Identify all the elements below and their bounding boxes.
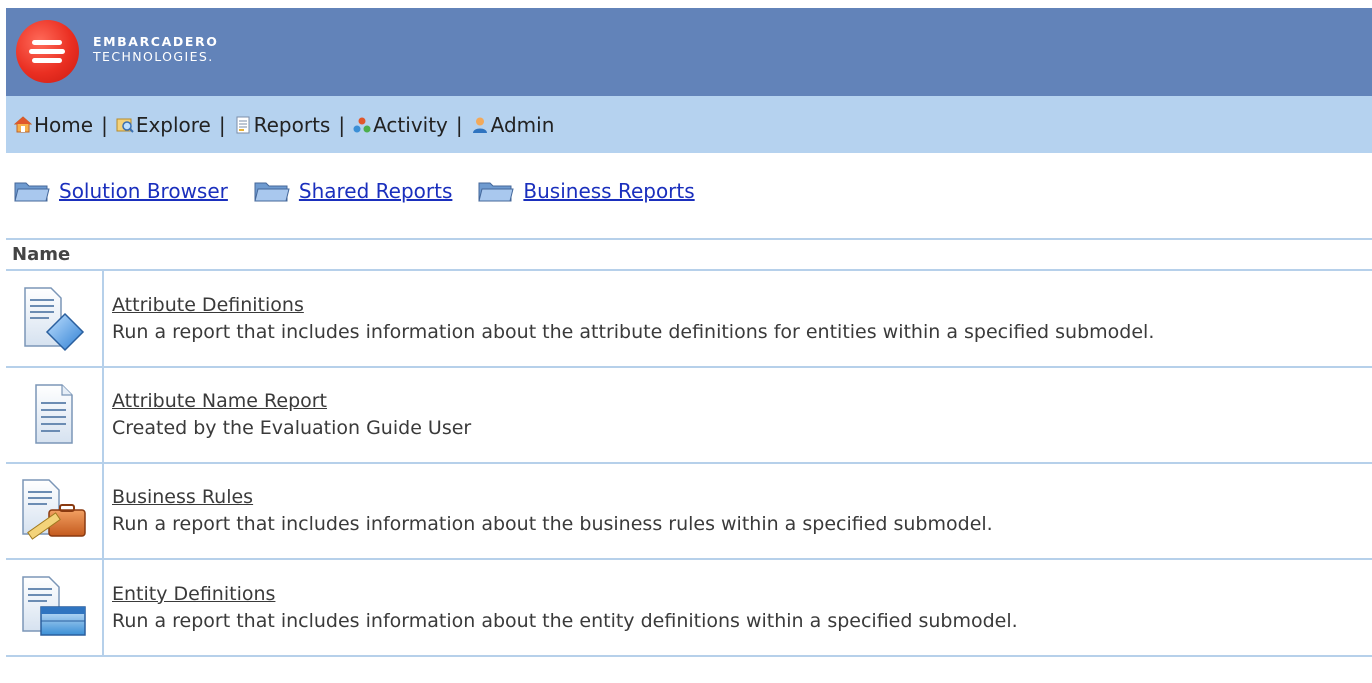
nav-separator: | xyxy=(455,112,463,137)
folder-icon xyxy=(254,182,290,202)
folder-icon xyxy=(14,182,50,202)
nav-reports[interactable]: Reports xyxy=(234,112,331,137)
solution-browser-link[interactable]: Solution Browser xyxy=(59,179,228,203)
table-row[interactable]: Business Rules Run a report that include… xyxy=(6,464,1372,560)
main-nav: Home | Explore | Reports | Activity | Ad… xyxy=(6,96,1372,153)
report-title-link[interactable]: Attribute Definitions xyxy=(112,292,1154,319)
row-icon-cell xyxy=(6,464,104,558)
embarcadero-logo-icon xyxy=(16,20,79,83)
brand-line1: EMBARCADERO xyxy=(93,34,219,49)
folder-link-solution-browser[interactable]: Solution Browser xyxy=(14,179,228,203)
row-text-cell: Attribute Name Report Created by the Eva… xyxy=(104,368,471,462)
nav-separator: | xyxy=(218,112,226,137)
nav-separator: | xyxy=(101,112,108,137)
reports-table: Name Attribute Definitions Run a report … xyxy=(6,238,1372,657)
table-row[interactable]: Entity Definitions Run a report that inc… xyxy=(6,560,1372,657)
folder-link-shared-reports[interactable]: Shared Reports xyxy=(254,179,453,203)
row-icon-cell xyxy=(6,271,104,366)
report-document-icon xyxy=(35,384,73,444)
business-reports-link[interactable]: Business Reports xyxy=(523,179,694,203)
row-icon-cell xyxy=(6,560,104,655)
folder-links: Solution Browser Shared Reports Business… xyxy=(6,173,721,209)
brand-line2: TECHNOLOGIES. xyxy=(93,48,214,64)
reports-icon xyxy=(236,116,250,133)
nav-admin[interactable]: Admin xyxy=(471,112,555,137)
nav-activity-label: Activity xyxy=(373,112,448,137)
table-row[interactable]: Attribute Definitions Run a report that … xyxy=(6,271,1372,368)
report-diamond-icon xyxy=(24,286,85,351)
report-title-link[interactable]: Business Rules xyxy=(112,484,993,511)
report-description: Run a report that includes information a… xyxy=(112,513,993,535)
report-description: Created by the Evaluation Guide User xyxy=(112,417,472,439)
nav-home-label: Home xyxy=(34,112,94,137)
table-row[interactable]: Attribute Name Report Created by the Eva… xyxy=(6,368,1372,464)
report-title-link[interactable]: Entity Definitions xyxy=(112,581,1018,608)
header-banner: EMBARCADERO TECHNOLOGIES. xyxy=(6,8,1372,96)
report-table-icon xyxy=(22,575,86,636)
nav-reports-label: Reports xyxy=(253,112,331,137)
nav-activity[interactable]: Activity xyxy=(353,113,448,137)
app-frame: EMBARCADERO TECHNOLOGIES. Home | Explore… xyxy=(6,8,1372,683)
row-icon-cell xyxy=(6,368,104,462)
nav-explore-label: Explore xyxy=(135,112,211,137)
report-description: Run a report that includes information a… xyxy=(112,609,1018,632)
explore-icon xyxy=(116,118,134,133)
activity-icon xyxy=(353,117,371,132)
row-text-cell: Attribute Definitions Run a report that … xyxy=(104,271,1154,366)
home-icon xyxy=(14,115,32,132)
row-text-cell: Entity Definitions Run a report that inc… xyxy=(104,560,1018,655)
shared-reports-link[interactable]: Shared Reports xyxy=(299,179,453,203)
nav-admin-label: Admin xyxy=(490,112,555,137)
admin-icon xyxy=(472,117,487,133)
column-header-name[interactable]: Name xyxy=(6,238,1372,271)
nav-home[interactable]: Home xyxy=(14,113,93,137)
nav-explore[interactable]: Explore xyxy=(116,113,211,137)
brand-logo-text: EMBARCADERO TECHNOLOGIES. xyxy=(93,34,219,64)
report-description: Run a report that includes information a… xyxy=(112,320,1155,343)
report-briefcase-icon xyxy=(22,479,86,540)
row-text-cell: Business Rules Run a report that include… xyxy=(104,464,993,558)
folder-link-business-reports[interactable]: Business Reports xyxy=(478,179,695,203)
report-title-link[interactable]: Attribute Name Report xyxy=(112,388,471,415)
folder-icon xyxy=(478,182,515,202)
nav-separator: | xyxy=(338,112,346,137)
